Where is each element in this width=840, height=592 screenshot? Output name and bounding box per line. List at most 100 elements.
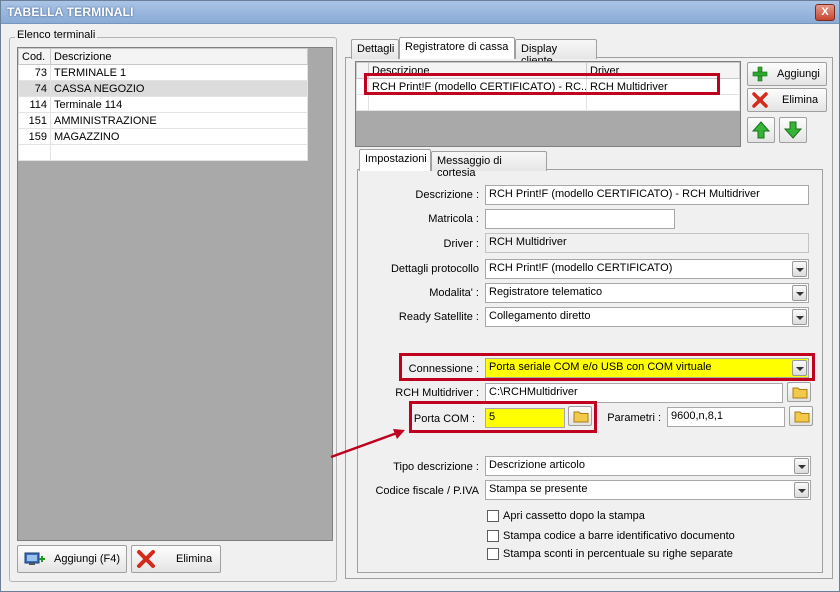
delete-register-label: Elimina [782,94,819,106]
terminal-row-descrizione: Terminale 114 [50,96,308,113]
rch-multidriver-input[interactable]: C:\RCHMultidriver [485,383,783,403]
terminal-row-descrizione: MAGAZZINO [50,128,308,145]
register-row-empty-cell [368,94,587,111]
window-title: TABELLA TERMINALI [7,5,134,19]
modalita-value: Registratore telematico [489,286,603,298]
terminal-row-cod: 114 [18,96,51,113]
terminals-table: Cod. Descrizione 73 TERMINALE 1 74 CASSA NE… [18,48,308,161]
stampa-sconti-checkbox[interactable] [487,548,499,560]
modalita-label: Modalita' : [429,287,479,299]
terminal-row-descrizione: TERMINALE 1 [50,64,308,81]
apri-cassetto-label: Apri cassetto dopo la stampa [503,510,645,522]
subtab-impostazioni[interactable]: Impostazioni [359,149,431,171]
codice-fiscale-label: Codice fiscale / P.IVA [375,485,479,497]
terminal-row[interactable]: 159 MAGAZZINO [18,128,308,145]
folder-icon [792,387,808,399]
terminal-row[interactable]: 114 Terminale 114 [18,96,308,113]
close-icon: X [821,6,829,18]
protocollo-value: RCH Print!F (modello CERTIFICATO) [489,262,673,274]
folder-icon [573,411,589,423]
terminal-row-cod: 73 [18,64,51,81]
tab-dettagli[interactable]: Dettagli [351,39,399,59]
highlight-register-row [364,73,720,95]
terminal-row[interactable] [18,144,308,161]
stampa-codice-barre-label: Stampa codice a barre identificativo doc… [503,530,735,542]
browse-multidriver-button[interactable] [787,382,811,402]
terminal-row-descrizione [50,144,308,161]
codice-fiscale-select[interactable]: Stampa se presente [485,480,811,500]
rch-multidriver-label: RCH Multidriver : [395,387,479,399]
add-terminal-button[interactable]: Aggiungi (F4) [17,545,127,573]
add-register-button[interactable]: Aggiungi [747,62,827,86]
ready-satellite-label: Ready Satellite : [398,311,479,323]
modalita-select[interactable]: Registratore telematico [485,283,809,303]
delete-terminal-button[interactable]: Elimina [131,545,221,573]
terminal-row[interactable]: 74 CASSA NEGOZIO [18,80,308,97]
porta-com-input[interactable]: 5 [485,408,565,428]
terminal-row-cod [18,144,51,161]
terminal-row-cod: 151 [18,112,51,129]
title-bar: TABELLA TERMINALI X [1,1,839,24]
stampa-codice-barre-checkbox[interactable] [487,530,499,542]
dropdown-arrow-icon[interactable] [792,285,807,301]
parametri-label: Parametri : [607,412,661,424]
column-header-cod[interactable]: Cod. [18,48,51,65]
add-terminal-icon [24,552,45,565]
connessione-label: Connessione : [408,363,479,375]
delete-icon [752,92,768,108]
annotation-arrow [330,429,405,459]
dropdown-arrow-icon[interactable] [794,458,809,474]
dropdown-arrow-icon[interactable] [794,482,809,498]
terminal-row-descrizione: CASSA NEGOZIO [50,80,308,97]
tipo-descrizione-value: Descrizione articolo [489,459,585,471]
descrizione-input[interactable]: RCH Print!F (modello CERTIFICATO) - RCH … [485,185,809,205]
tab-registratore-di-cassa[interactable]: Registratore di cassa [399,37,515,59]
driver-label: Driver : [443,238,479,250]
arrow-up-icon [751,121,771,139]
delete-icon [137,550,155,568]
matricola-input[interactable] [485,209,675,229]
add-terminal-label: Aggiungi (F4) [54,553,121,565]
register-row-empty-cell [586,94,740,111]
terminal-row[interactable]: 73 TERMINALE 1 [18,64,308,81]
codice-fiscale-value: Stampa se presente [489,483,588,495]
tab-display-cliente[interactable]: Display cliente [515,39,597,67]
terminal-row-cod: 74 [18,80,51,97]
subtab-messaggio-di-cortesia[interactable]: Messaggio di cortesia [431,151,547,179]
dropdown-arrow-icon[interactable] [792,309,807,325]
matricola-label: Matricola : [428,213,479,225]
row-indicator [356,94,369,111]
register-row-empty[interactable] [356,94,740,111]
delete-terminal-label: Elimina [176,553,213,565]
parametri-button[interactable] [789,406,813,426]
terminal-row-descrizione: AMMINISTRAZIONE [50,112,308,129]
dropdown-arrow-icon[interactable] [792,360,807,376]
column-header-descrizione[interactable]: Descrizione [50,48,308,65]
dropdown-arrow-icon[interactable] [792,261,807,277]
connessione-select[interactable]: Porta seriale COM e/o USB con COM virtua… [485,358,809,378]
tipo-descrizione-label: Tipo descrizione : [393,461,479,473]
delete-register-button[interactable]: Elimina [747,88,827,112]
ready-satellite-select[interactable]: Collegamento diretto [485,307,809,327]
driver-value: RCH Multidriver [485,233,809,253]
add-icon [752,66,768,82]
add-register-label: Aggiungi [777,68,820,80]
move-down-button[interactable] [779,117,807,143]
terminals-group-title: Elenco terminali [15,29,98,41]
porta-com-label: Porta COM : [413,413,475,425]
tipo-descrizione-select[interactable]: Descrizione articolo [485,456,811,476]
terminal-table-window: TABELLA TERMINALI X Elenco terminali Cod… [0,0,840,592]
terminal-row[interactable]: 151 AMMINISTRAZIONE [18,112,308,129]
move-up-button[interactable] [747,117,775,143]
terminals-grid[interactable]: Cod. Descrizione 73 TERMINALE 1 74 CASSA NE… [17,47,333,541]
close-button[interactable]: X [815,4,835,21]
terminal-row-cod: 159 [18,128,51,145]
protocollo-label: Dettagli protocollo [390,263,479,275]
stampa-sconti-label: Stampa sconti in percentuale su righe se… [503,548,733,560]
parametri-input[interactable]: 9600,n,8,1 [667,407,785,427]
connessione-value: Porta seriale COM e/o USB con COM virtua… [489,361,712,373]
select-porta-com-button[interactable] [568,406,592,426]
protocollo-select[interactable]: RCH Print!F (modello CERTIFICATO) [485,259,809,279]
ready-satellite-value: Collegamento diretto [489,310,591,322]
apri-cassetto-checkbox[interactable] [487,510,499,522]
